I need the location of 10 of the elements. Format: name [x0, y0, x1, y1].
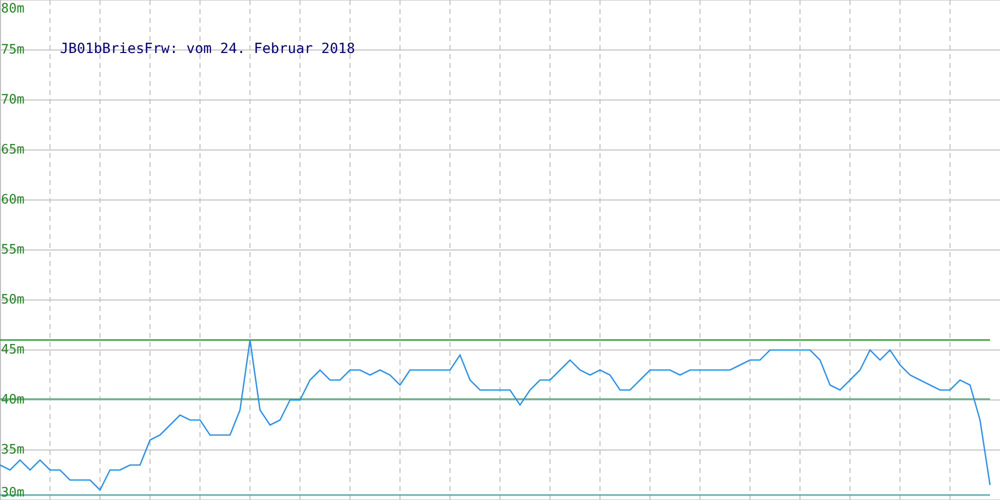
- chart-title: JB01bBriesFrw: vom 24. Februar 2018: [60, 41, 356, 57]
- axis-label: 75m: [1, 42, 24, 58]
- axis-label: 50m: [1, 292, 24, 308]
- axis-label: 65m: [1, 142, 24, 158]
- axis-label: 55m: [1, 242, 24, 258]
- axis-label: 80m: [1, 2, 24, 17]
- axis-label: 60m: [1, 192, 24, 208]
- axis-label: 35m: [1, 442, 24, 458]
- axis-label: 45m: [1, 342, 24, 358]
- axis-label: 70m: [1, 92, 24, 108]
